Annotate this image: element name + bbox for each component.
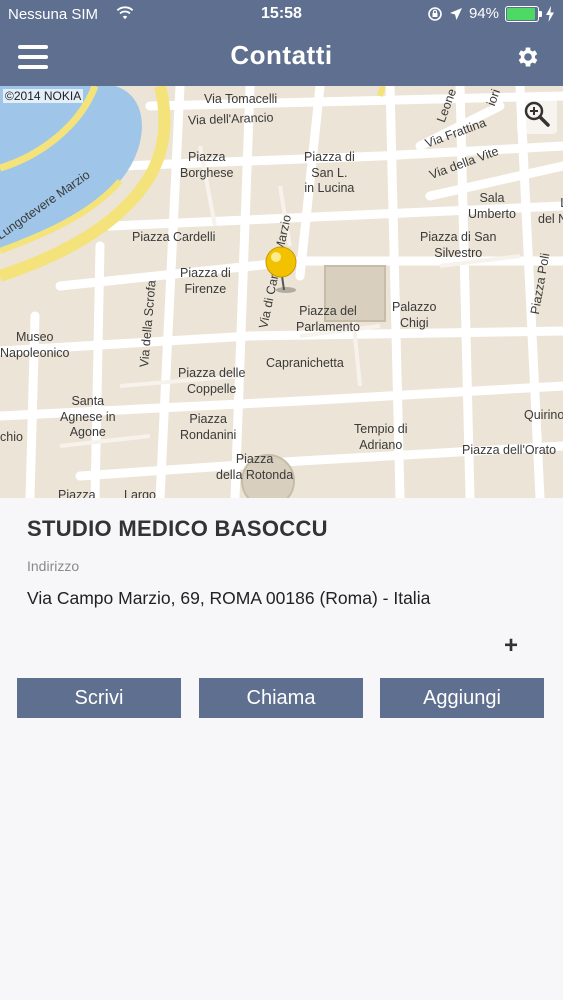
- map-label: Piazza Borghese: [180, 150, 234, 180]
- map-label: Piazza dell'Orato: [462, 443, 557, 457]
- map-label: Piazza di San L. in Lucina: [304, 150, 355, 196]
- map-label: Tempio di Adriano: [354, 422, 408, 452]
- charging-bolt-icon: [546, 5, 554, 22]
- address-label: Indirizzo: [27, 558, 80, 574]
- zoom-icon[interactable]: [517, 94, 557, 134]
- status-right: 94%: [427, 5, 555, 22]
- map-view[interactable]: ©2014 NOKIA Via Tomacelli Via dell'Aranc…: [0, 86, 563, 498]
- map-label: Largo: [124, 488, 156, 498]
- battery-icon: [505, 5, 542, 22]
- action-buttons: Scrivi Chiama Aggiungi: [17, 678, 545, 718]
- map-label: Piazza delle Coppelle: [178, 366, 246, 396]
- gear-icon[interactable]: [515, 44, 541, 70]
- map-label: Via dell'Arancio: [187, 110, 274, 128]
- map-label: Piazza del Parlamento: [296, 304, 360, 334]
- map-copyright: ©2014 NOKIA: [3, 89, 84, 103]
- map-label: Piazza Cardelli: [132, 230, 216, 244]
- page-title: Contatti: [230, 40, 333, 70]
- map-label: Santa Agnese in Agone: [60, 394, 116, 440]
- map-label: Piazza di San Silvestro: [420, 230, 497, 260]
- map-label: Capranichetta: [266, 356, 344, 370]
- battery-percent: 94%: [468, 5, 499, 22]
- write-button[interactable]: Scrivi: [17, 678, 181, 718]
- map-label: Piazza di Firenze: [180, 266, 231, 296]
- map-pin-icon[interactable]: [264, 246, 300, 302]
- more-button[interactable]: +: [504, 632, 518, 660]
- map-label: Palazzo Chigi: [392, 300, 437, 330]
- address-text: Via Campo Marzio, 69, ROMA 00186 (Roma) …: [27, 588, 431, 608]
- status-bar: Nessuna SIM 15:58 94%: [0, 0, 563, 30]
- call-button[interactable]: Chiama: [199, 678, 363, 718]
- map-label: Piazza della Rotonda: [216, 452, 294, 482]
- map-label: Via Tomacelli: [204, 92, 278, 106]
- map-label: Piazza Rondanini: [180, 412, 237, 442]
- nav-bar: Contatti: [0, 30, 563, 86]
- add-button[interactable]: Aggiungi: [380, 678, 544, 718]
- location-arrow-icon: [449, 7, 462, 20]
- map-label: Piazza: [58, 488, 96, 498]
- top-bar: Nessuna SIM 15:58 94% Contatti: [0, 0, 563, 86]
- map-label: Museo Napoleonico: [0, 330, 70, 360]
- map-label: L del N: [538, 196, 563, 226]
- map-label: chio: [0, 430, 23, 444]
- contact-name: STUDIO MEDICO BASOCCU: [27, 516, 328, 541]
- map-label: Quirino: [524, 408, 563, 422]
- rotation-lock-icon: [428, 6, 442, 21]
- map-label: Sala Umberto: [468, 191, 516, 221]
